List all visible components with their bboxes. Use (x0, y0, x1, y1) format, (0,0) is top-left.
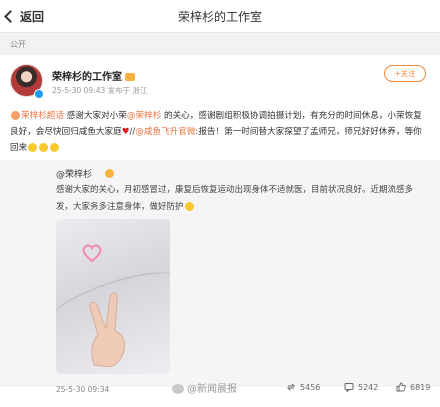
post-image[interactable] (56, 219, 170, 374)
page-title: 荣梓杉的工作室 (177, 10, 262, 24)
content-text-1: 感谢大家对小荣 (63, 111, 127, 121)
repost-text: 感谢大家的关心，月初感冒过，康复后恢复运动出现身体不适就医，目前状况良好。近期流… (56, 182, 428, 216)
visibility-label: 公开 (0, 33, 440, 55)
thumbs-up-icon (396, 382, 406, 392)
repost-author[interactable]: @荣梓杉 (56, 167, 92, 180)
comment-count[interactable]: 5242 (344, 382, 378, 392)
like-count[interactable]: 6819 (396, 382, 430, 392)
like-count-value: 6819 (410, 382, 431, 392)
top-bar: 返回 荣梓杉的工作室 (0, 0, 440, 33)
watermark: @新闻晨报 (172, 380, 237, 395)
emoji-icon (50, 143, 60, 152)
post-header: 荣梓杉的工作室 25-5-30 09:43 发布于 浙江 +关注 (0, 55, 440, 105)
crown-icon (125, 73, 135, 81)
comment-icon (344, 383, 354, 392)
repost-card[interactable]: @荣梓杉 感谢大家的关心，月初感冒过，康复后恢复运动出现身体不适就医，目前状况良… (0, 160, 440, 394)
supertopic-link[interactable]: 荣梓杉超话 (21, 111, 64, 121)
pink-heart-icon (82, 244, 102, 263)
mention-link[interactable]: @荣梓杉 (127, 111, 161, 121)
verified-badge-icon (34, 89, 44, 99)
supertopic-icon (11, 111, 20, 120)
verified-icon (105, 169, 114, 178)
author-name-text: 荣梓杉的工作室 (52, 72, 122, 83)
emoji-icon (39, 143, 49, 152)
victory-hand-image (89, 292, 125, 367)
comment-count-value: 5242 (358, 382, 379, 392)
watermark-text: @新闻晨报 (187, 384, 237, 395)
repost-text-body: 感谢大家的关心，月初感冒过，康复后恢复运动出现身体不适就医，目前状况良好。近期流… (56, 185, 414, 212)
repost-count[interactable]: 5456 (286, 382, 320, 392)
post-meta: 25-5-30 09:43 发布于 浙江 (52, 86, 148, 95)
follow-button[interactable]: +关注 (384, 65, 426, 82)
repost-icon (286, 383, 296, 391)
post-footer: @新闻晨报 5456 5242 6819 (0, 378, 440, 407)
post-content: 荣梓杉超话 感谢大家对小荣@荣梓杉 的关心，感谢剧组积极协调拍摄计划，有充分的时… (10, 108, 430, 156)
mention-link-2[interactable]: @咸鱼飞升官微 (135, 127, 195, 137)
weibo-logo-icon (172, 384, 184, 394)
author-name[interactable]: 荣梓杉的工作室 (52, 68, 135, 83)
emoji-icon (184, 202, 194, 211)
emoji-icon (28, 143, 38, 152)
repost-count-value: 5456 (300, 382, 321, 392)
